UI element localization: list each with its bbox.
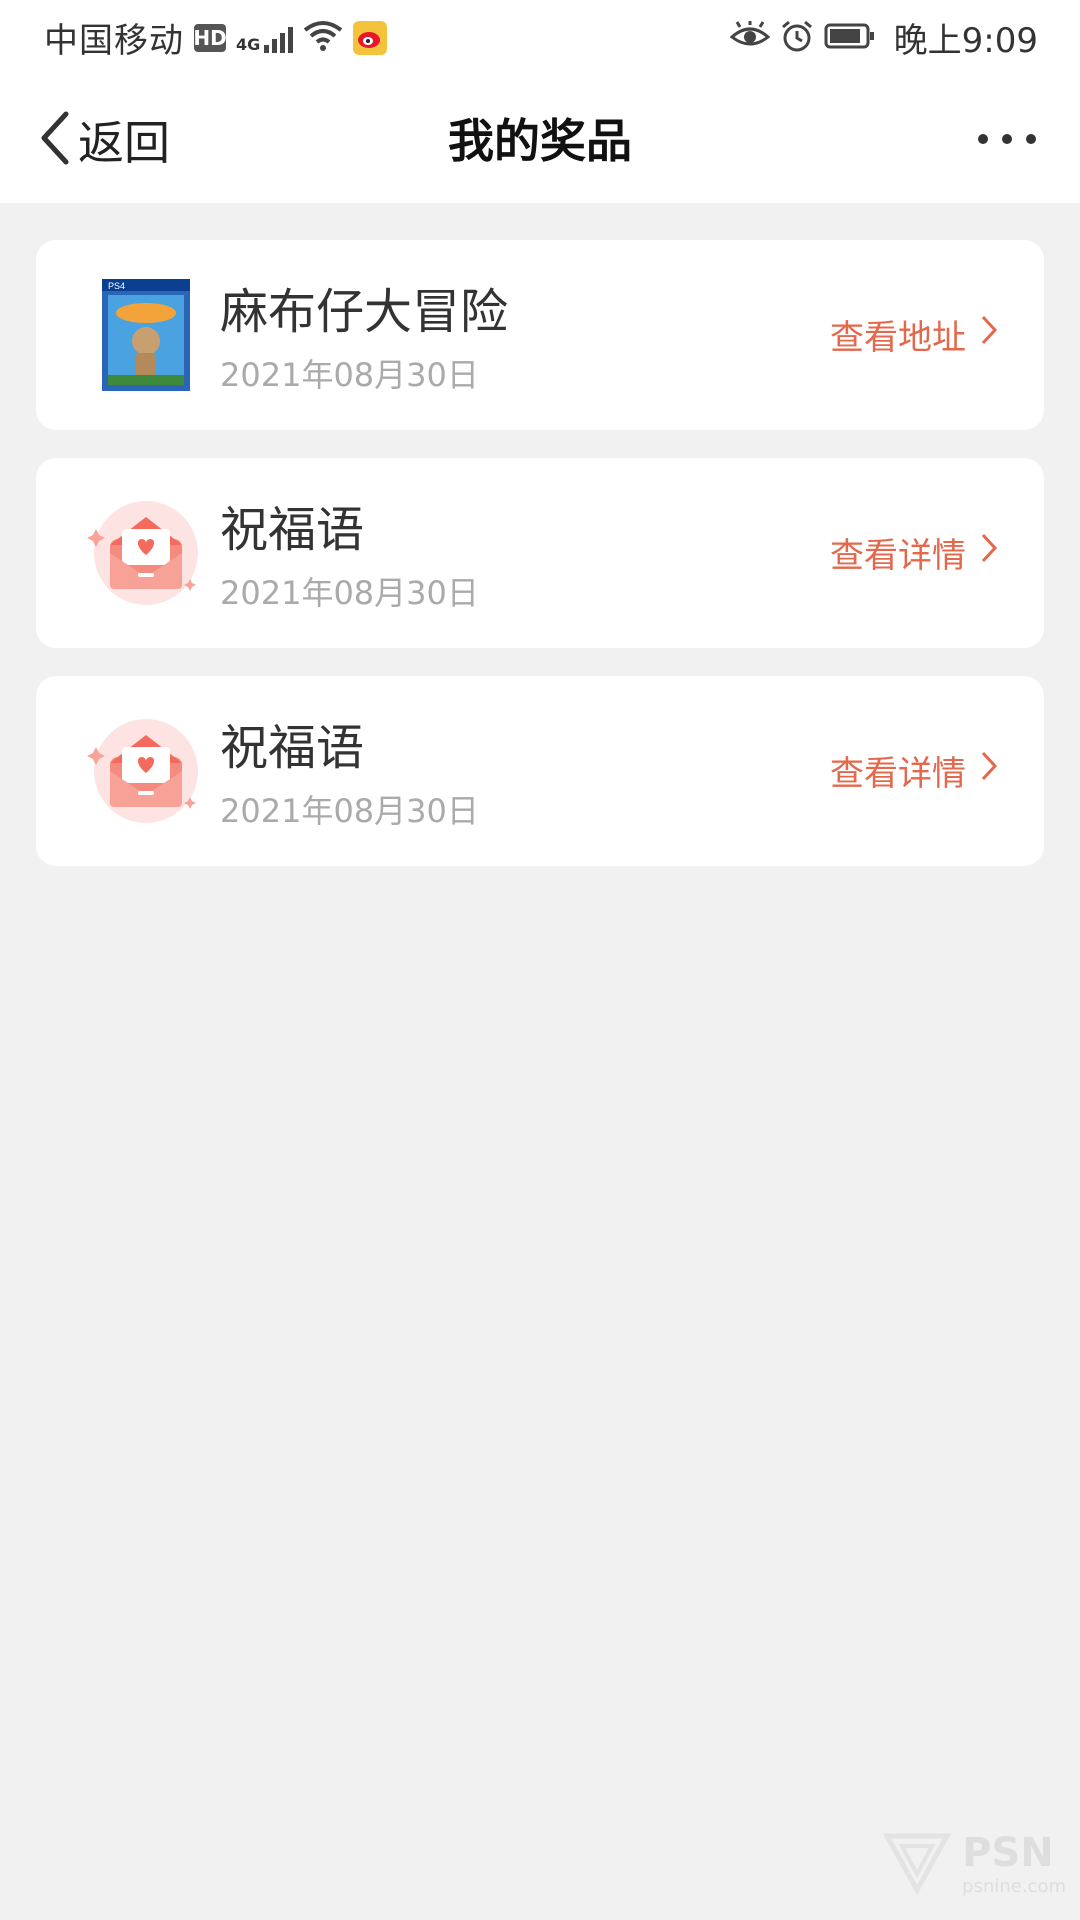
game-cover-icon: PS4: [86, 275, 206, 395]
carrier-label: 中国移动: [44, 21, 184, 61]
more-dot: [1026, 134, 1036, 144]
view-details-link[interactable]: 查看详情: [830, 528, 998, 577]
prize-title: 祝福语: [220, 720, 365, 776]
status-left: 中国移动 HD 4G: [44, 13, 388, 62]
eye-icon: [729, 20, 770, 55]
battery-icon: [824, 22, 876, 54]
psnine-logo-icon: [882, 1826, 952, 1900]
action-label: 查看详情: [830, 754, 966, 794]
prize-date: 2021年08月30日: [220, 574, 479, 612]
wifi-icon: [303, 20, 343, 56]
page-title: 我的奖品: [448, 114, 632, 168]
watermark-text: PSN: [962, 1829, 1054, 1876]
hd-badge: HD: [193, 23, 227, 52]
action-label: 查看地址: [830, 318, 966, 358]
svg-text:PS4: PS4: [108, 281, 125, 291]
envelope-heart-icon: [86, 493, 206, 613]
view-address-link[interactable]: 查看地址: [830, 310, 998, 359]
prize-card[interactable]: 祝福语 2021年08月30日 查看详情: [36, 458, 1044, 648]
status-right: 晚上9:09: [729, 13, 1038, 62]
view-details-link[interactable]: 查看详情: [830, 746, 998, 795]
action-label: 查看详情: [830, 536, 966, 576]
envelope-heart-icon: [86, 711, 206, 831]
signal-icon: [264, 23, 294, 53]
watermark-text-group: PSN psnine.com: [962, 1830, 1066, 1897]
prize-card[interactable]: 祝福语 2021年08月30日 查看详情: [36, 676, 1044, 866]
prize-title: 麻布仔大冒险: [220, 284, 509, 340]
chevron-right-icon: [980, 750, 998, 791]
clock-label: 晚上9:09: [893, 21, 1038, 61]
prize-list: PS4 麻布仔大冒险 2021年08月30日 查看地址 祝福语 2021年08月…: [36, 240, 1044, 894]
more-dot: [1002, 134, 1012, 144]
watermark-subtext: psnine.com: [962, 1875, 1066, 1897]
watermark: PSN psnine.com: [882, 1826, 1066, 1900]
network-type-label: 4G: [236, 35, 261, 54]
nav-bar: 返回 我的奖品: [0, 75, 1080, 203]
weibo-icon: [353, 20, 388, 55]
alarm-icon: [780, 19, 814, 57]
prize-title: 祝福语: [220, 502, 365, 558]
prize-date: 2021年08月30日: [220, 792, 479, 830]
status-bar: 中国移动 HD 4G 晚上9:09: [0, 0, 1080, 75]
prize-card[interactable]: PS4 麻布仔大冒险 2021年08月30日 查看地址: [36, 240, 1044, 430]
chevron-right-icon: [980, 314, 998, 355]
chevron-right-icon: [980, 532, 998, 573]
prize-date: 2021年08月30日: [220, 356, 479, 394]
more-button[interactable]: [978, 127, 1036, 151]
more-dot: [978, 134, 988, 144]
